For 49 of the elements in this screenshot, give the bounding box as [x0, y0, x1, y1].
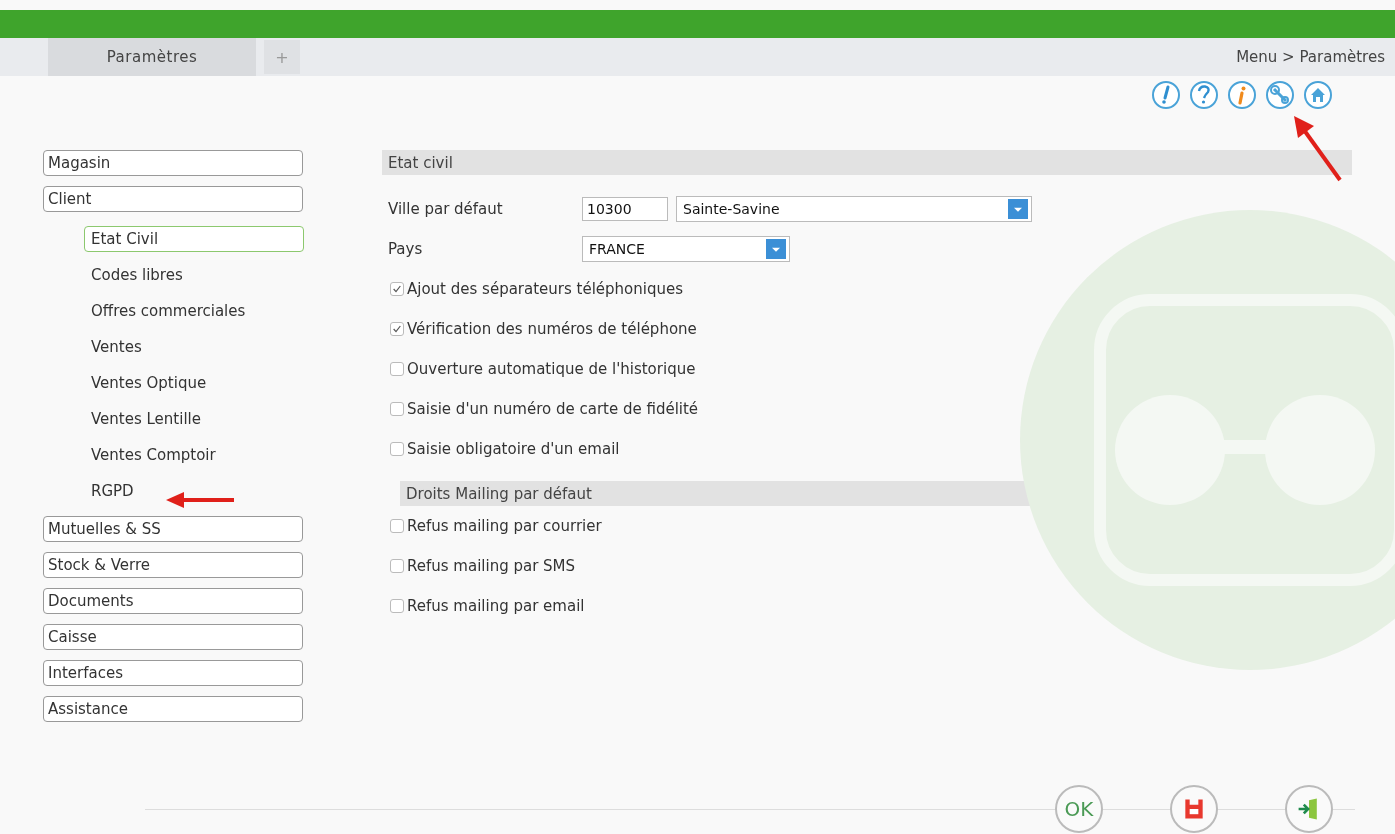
checkbox[interactable] — [390, 442, 404, 456]
sidebar-subitem[interactable]: Codes libres — [84, 262, 304, 288]
checkbox-label: Ouverture automatique de l'historique — [407, 360, 696, 378]
postcode-field[interactable]: 10300 — [582, 197, 668, 221]
checkbox[interactable] — [390, 402, 404, 416]
checkbox-label: Vérification des numéros de téléphone — [407, 320, 697, 338]
checkbox[interactable] — [390, 559, 404, 573]
breadcrumb: Menu > Paramètres — [1236, 48, 1385, 66]
sidebar-subitem[interactable]: Ventes Lentille — [84, 406, 304, 432]
caret-icon[interactable] — [1008, 199, 1028, 219]
tab[interactable]: Paramètres — [48, 38, 256, 76]
section-header: Etat civil — [382, 150, 1352, 175]
save-button[interactable] — [1170, 785, 1218, 833]
checkbox-label: Ajout des séparateurs téléphoniques — [407, 280, 684, 298]
alert-icon[interactable] — [1151, 80, 1181, 110]
checkbox-label: Saisie obligatoire d'un email — [407, 440, 620, 458]
dropdown[interactable]: Sainte-Savine — [676, 196, 1032, 222]
field-label: Pays — [387, 240, 424, 258]
sidebar-item[interactable]: Caisse — [43, 624, 303, 650]
sidebar-item[interactable]: Documents — [43, 588, 303, 614]
sidebar-item[interactable]: Assistance — [43, 696, 303, 722]
sidebar-item[interactable]: Interfaces — [43, 660, 303, 686]
sidebar-subitem[interactable]: Etat Civil — [84, 226, 304, 252]
help-icon[interactable] — [1189, 80, 1219, 110]
info-icon[interactable] — [1227, 80, 1257, 110]
caret-icon[interactable] — [766, 239, 786, 259]
checkbox[interactable] — [390, 322, 404, 336]
sidebar-subitem[interactable]: Ventes Optique — [84, 370, 304, 396]
sidebar-item[interactable]: Stock & Verre — [43, 552, 303, 578]
checkbox[interactable] — [390, 282, 404, 296]
sidebar-subitem[interactable]: Ventes — [84, 334, 304, 360]
checkbox-label: Refus mailing par courrier — [407, 517, 602, 535]
dropdown[interactable]: FRANCE — [582, 236, 790, 262]
checkbox[interactable] — [390, 599, 404, 613]
sidebar-item[interactable]: Client — [43, 186, 303, 212]
sidebar-subitem[interactable]: Offres commerciales — [84, 298, 304, 324]
checkbox[interactable] — [390, 519, 404, 533]
sidebar-subitem[interactable]: RGPD — [84, 478, 304, 504]
field-label: Ville par défaut — [387, 200, 504, 218]
sidebar-subitem[interactable]: Ventes Comptoir — [84, 442, 304, 468]
checkbox-label: Refus mailing par email — [407, 597, 585, 615]
checkbox[interactable] — [390, 362, 404, 376]
sidebar-item[interactable]: Magasin — [43, 150, 303, 176]
exit-button[interactable] — [1285, 785, 1333, 833]
home-icon[interactable] — [1303, 80, 1333, 110]
sidebar-item[interactable]: Mutuelles & SS — [43, 516, 303, 542]
checkbox-label: Refus mailing par SMS — [407, 557, 576, 575]
checkbox-label: Saisie d'un numéro de carte de fidélité — [407, 400, 699, 418]
annotation-arrow — [166, 492, 234, 508]
